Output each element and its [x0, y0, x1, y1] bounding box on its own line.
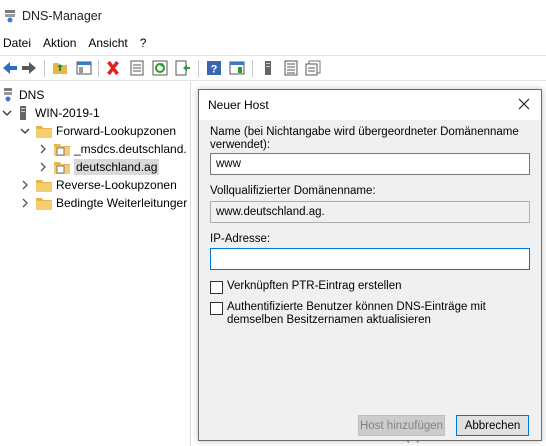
chevron-down-icon[interactable] [2, 108, 12, 118]
tree-label: Forward-Lookupzonen [56, 124, 177, 138]
zone-folder-icon [54, 143, 70, 156]
server-icon [20, 106, 26, 120]
toolbar: ? [0, 55, 546, 81]
help-icon[interactable]: ? [205, 59, 223, 77]
server-icon[interactable] [259, 59, 277, 77]
zone-list-icon[interactable] [282, 59, 300, 77]
chevron-right-icon[interactable] [20, 198, 30, 208]
tree-label: Bedingte Weiterleitunger [56, 196, 188, 210]
chevron-right-icon[interactable] [38, 162, 48, 172]
show-console-tree-icon[interactable] [75, 59, 93, 77]
folder-icon [36, 125, 52, 138]
cancel-button[interactable]: Abbrechen [456, 415, 529, 436]
menu-aktion[interactable]: Aktion [43, 36, 76, 50]
console-tree: DNS WIN-2019-1 Forward-Lookupzonen _msdc… [0, 82, 191, 446]
records-icon[interactable] [304, 59, 322, 77]
back-icon[interactable] [1, 59, 19, 77]
add-host-button[interactable]: Host hinzufügen [358, 415, 445, 436]
svg-text:?: ? [211, 64, 218, 76]
chevron-down-icon[interactable] [20, 126, 30, 136]
export-list-icon[interactable] [174, 59, 192, 77]
dns-manager-icon [5, 10, 15, 23]
tree-item-zone-msdcs[interactable]: _msdcs.deutschland. [38, 140, 187, 158]
ptr-checkbox[interactable] [210, 281, 223, 294]
tree-label: DNS [19, 88, 45, 102]
tree-item-dns[interactable]: DNS [2, 86, 44, 104]
delete-icon[interactable] [104, 59, 122, 77]
ip-address-field[interactable] [210, 248, 530, 270]
menu-bar: Datei Aktion Ansicht ? [0, 33, 546, 53]
auth-update-checkbox-label: Authentifizierte Benutzer können DNS-Ein… [227, 301, 486, 326]
ptr-checkbox-label: Verknüpften PTR-Eintrag erstellen [227, 280, 402, 292]
tree-item-reverse-lookup[interactable]: Reverse-Lookupzonen [20, 176, 177, 194]
forward-icon[interactable] [20, 59, 38, 77]
dns-icon [4, 88, 12, 102]
refresh-icon[interactable] [151, 59, 169, 77]
fqdn-field [210, 201, 530, 223]
tree-item-zone-deutschland[interactable]: deutschland.ag [38, 158, 160, 176]
tree-label: _msdcs.deutschland. [74, 142, 187, 156]
menu-ansicht[interactable]: Ansicht [88, 36, 127, 50]
tree-item-conditional-forwarders[interactable]: Bedingte Weiterleitunger [20, 194, 187, 212]
menu-help[interactable]: ? [140, 36, 147, 50]
auth-update-checkbox[interactable] [210, 302, 223, 315]
chevron-right-icon[interactable] [20, 180, 30, 190]
toolbar-separator [198, 60, 199, 77]
properties-icon[interactable] [128, 59, 146, 77]
up-folder-icon[interactable] [51, 59, 69, 77]
tree-item-server[interactable]: WIN-2019-1 [2, 104, 100, 122]
tree-label: Reverse-Lookupzonen [56, 178, 177, 192]
toolbar-separator [252, 60, 253, 77]
auth-update-checkbox-row[interactable]: Authentifizierte Benutzer können DNS-Ein… [210, 301, 532, 327]
action-pane-icon[interactable] [228, 59, 246, 77]
new-host-dialog: Neuer Host Name (bei Nichtangabe wird üb… [198, 89, 542, 441]
zone-folder-icon [54, 161, 70, 174]
dialog-title-bar: Neuer Host [199, 90, 541, 120]
window-title: DNS-Manager [22, 9, 102, 23]
chevron-right-icon[interactable] [38, 144, 48, 154]
name-field[interactable] [210, 153, 530, 175]
ip-address-label: IP-Adresse: [210, 233, 271, 245]
tree-label: deutschland.ag [74, 159, 160, 175]
toolbar-separator [98, 60, 99, 77]
tree-item-forward-lookup[interactable]: Forward-Lookupzonen [20, 122, 176, 140]
name-label: Name (bei Nichtangabe wird übergeordnete… [210, 126, 519, 151]
folder-icon [36, 179, 52, 192]
dialog-title: Neuer Host [208, 98, 269, 112]
menu-datei[interactable]: Datei [3, 36, 31, 50]
close-icon[interactable] [517, 97, 531, 111]
ptr-checkbox-row[interactable]: Verknüpften PTR-Eintrag erstellen [210, 280, 402, 294]
title-bar: DNS-Manager [0, 0, 546, 32]
fqdn-label: Vollqualifizierter Domänenname: [210, 185, 376, 197]
tree-label: WIN-2019-1 [35, 106, 100, 120]
toolbar-separator [44, 60, 45, 77]
folder-icon [36, 197, 52, 210]
